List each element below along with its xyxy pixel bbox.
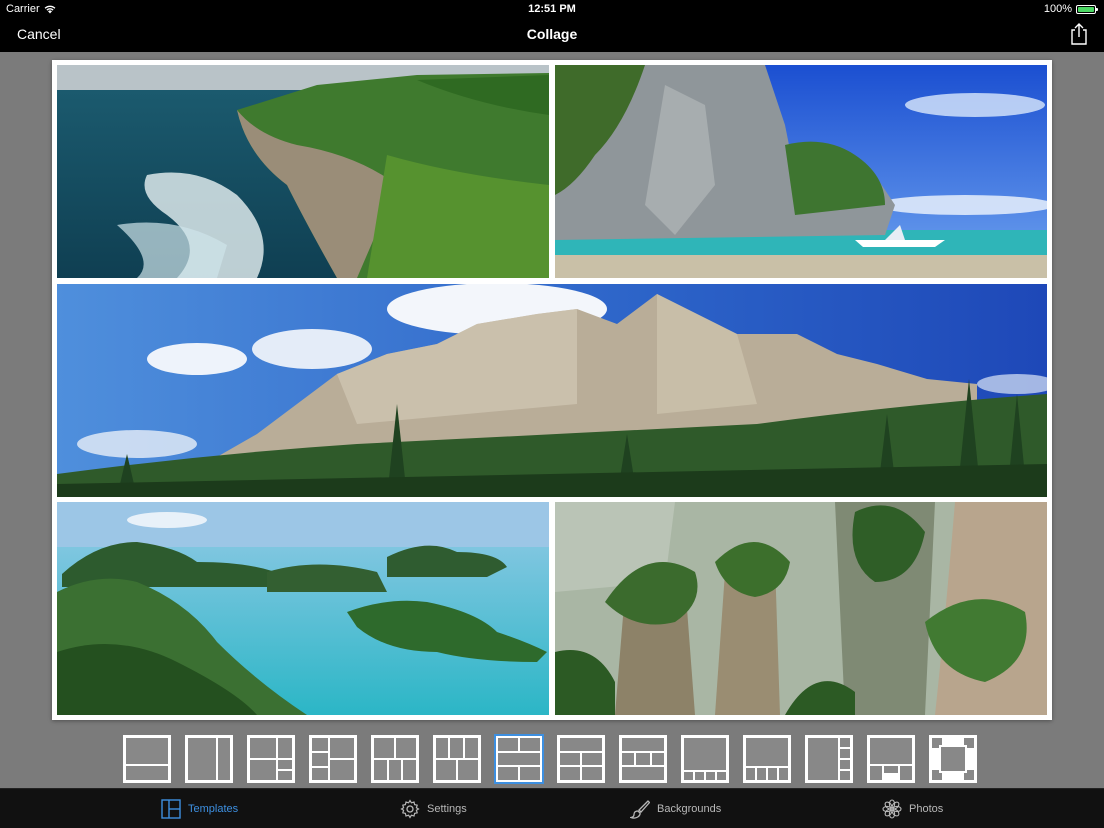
template-option-8[interactable] bbox=[556, 734, 606, 784]
collage-photo-4[interactable] bbox=[57, 502, 549, 715]
tab-templates[interactable]: Templates bbox=[161, 789, 238, 828]
template-option-14[interactable] bbox=[928, 734, 978, 784]
template-option-4[interactable] bbox=[308, 734, 358, 784]
template-strip bbox=[122, 734, 978, 784]
tab-backgrounds[interactable]: Backgrounds bbox=[630, 789, 721, 828]
page-title: Collage bbox=[526, 26, 578, 42]
share-icon[interactable] bbox=[1070, 22, 1088, 46]
template-option-3[interactable] bbox=[246, 734, 296, 784]
nav-bar: Cancel Collage bbox=[0, 18, 1104, 52]
tab-backgrounds-label: Backgrounds bbox=[657, 803, 722, 815]
collage-photo-3[interactable] bbox=[57, 284, 1047, 497]
tab-bar: Templates Settings Backgrounds Photos bbox=[0, 788, 1104, 828]
collage-photo-1[interactable] bbox=[57, 65, 549, 278]
template-option-5[interactable] bbox=[370, 734, 420, 784]
tab-settings-label: Settings bbox=[427, 803, 467, 815]
template-option-9[interactable] bbox=[618, 734, 668, 784]
gear-icon bbox=[400, 799, 420, 819]
flower-icon bbox=[882, 799, 902, 819]
tab-photos-label: Photos bbox=[909, 803, 944, 815]
template-option-1[interactable] bbox=[122, 734, 172, 784]
template-option-2[interactable] bbox=[184, 734, 234, 784]
collage-canvas-area bbox=[0, 52, 1104, 788]
status-bar: Carrier 12:51 PM 100% bbox=[0, 0, 1104, 18]
template-option-13[interactable] bbox=[866, 734, 916, 784]
template-option-10[interactable] bbox=[680, 734, 730, 784]
battery-indicator: 100% bbox=[1043, 3, 1098, 15]
templates-icon bbox=[161, 799, 181, 819]
collage-photo-2[interactable] bbox=[555, 65, 1047, 278]
collage-photo-5[interactable] bbox=[555, 502, 1047, 715]
battery-icon bbox=[1076, 4, 1098, 14]
collage-frame bbox=[52, 60, 1052, 720]
battery-fill bbox=[1078, 6, 1094, 12]
status-time: 12:51 PM bbox=[528, 3, 576, 15]
battery-percent: 100% bbox=[1043, 3, 1072, 15]
template-option-6[interactable] bbox=[432, 734, 482, 784]
tab-templates-label: Templates bbox=[188, 803, 239, 815]
tab-photos[interactable]: Photos bbox=[882, 789, 943, 828]
template-option-12[interactable] bbox=[804, 734, 854, 784]
tab-settings[interactable]: Settings bbox=[400, 789, 467, 828]
template-option-11[interactable] bbox=[742, 734, 792, 784]
brush-icon bbox=[630, 800, 650, 819]
template-option-7[interactable] bbox=[494, 734, 544, 784]
